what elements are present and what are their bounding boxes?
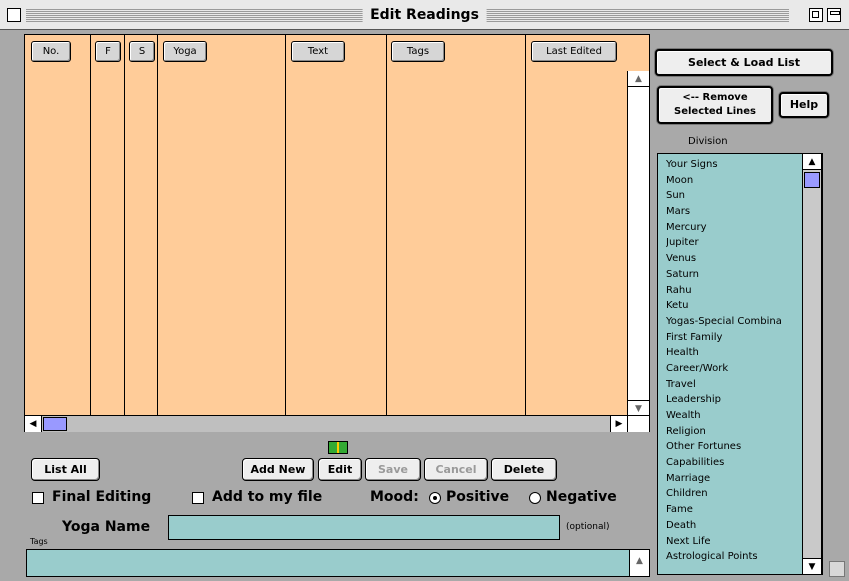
scroll-up-arrow-icon[interactable]: ▲ [628,71,649,87]
division-list-item[interactable]: Yogas-Special Combina [666,314,804,330]
column-header-last-edited[interactable]: Last Edited [531,41,617,62]
division-list-item[interactable]: First Family [666,330,804,346]
grid-vertical-scrollbar[interactable]: ▲ ▼ [627,71,649,416]
division-list-item[interactable]: Wealth [666,408,804,424]
division-list-item[interactable]: Ketu [666,298,804,314]
column-header-f[interactable]: F [95,41,121,62]
grid-horizontal-scrollbar[interactable]: ◀ ▶ [25,415,627,432]
help-button[interactable]: Help [779,92,829,118]
division-list-item[interactable]: Rahu [666,283,804,299]
title-bar[interactable]: Edit Readings [0,0,849,30]
tags-field[interactable]: ▲ [26,549,650,577]
division-list-item[interactable]: Sun [666,188,804,204]
division-list-item[interactable]: Mercury [666,220,804,236]
remove-selected-lines-button[interactable]: <-- Remove Selected Lines [657,86,773,124]
division-list-item[interactable]: Fame [666,502,804,518]
window-title: Edit Readings [362,7,487,24]
division-list-item[interactable]: Health [666,345,804,361]
horizontal-scroll-thumb[interactable] [43,417,67,431]
status-indicator-icon [328,441,348,454]
list-scroll-up-arrow-icon[interactable]: ▲ [803,154,821,170]
select-load-list-button[interactable]: Select & Load List [655,49,833,76]
division-list-item[interactable]: Other Fortunes [666,439,804,455]
collapse-box-icon[interactable] [827,8,841,22]
records-grid[interactable]: No. F S Yoga Text Tags Last Edited ▲ ▼ ◀… [24,34,650,432]
division-list-item[interactable]: Leadership [666,392,804,408]
column-divider [525,35,526,416]
division-list-item[interactable]: Children [666,486,804,502]
mood-negative-label: Negative [546,489,617,505]
save-button[interactable]: Save [365,458,421,481]
column-header-s[interactable]: S [129,41,155,62]
scroll-right-arrow-icon[interactable]: ▶ [610,416,627,432]
mood-positive-radio[interactable] [429,492,441,504]
division-list-item[interactable]: Next Life [666,534,804,550]
tags-label: Tags [30,537,48,546]
mood-label: Mood: [370,489,419,505]
list-scroll-down-arrow-icon[interactable]: ▼ [803,558,821,574]
division-list-item[interactable]: Death [666,518,804,534]
column-header-text[interactable]: Text [291,41,345,62]
column-header-yoga[interactable]: Yoga [163,41,207,62]
edit-button[interactable]: Edit [318,458,362,481]
optional-note: (optional) [566,522,610,532]
division-list-item[interactable]: Travel [666,377,804,393]
add-to-file-checkbox[interactable] [192,492,204,504]
column-header-no[interactable]: No. [31,41,71,62]
division-list[interactable]: Your Signs Moon Sun Mars Mercury Jupiter Venus… [657,153,823,575]
division-list-item[interactable]: Moon [666,173,804,189]
close-box-icon[interactable] [7,8,21,22]
column-divider [157,35,158,416]
division-list-item[interactable]: Marriage [666,471,804,487]
division-list-item[interactable]: Your Signs [666,157,804,173]
zoom-box-icon[interactable] [809,8,823,22]
list-scroll-thumb[interactable] [804,172,820,188]
division-list-item[interactable]: Mars [666,204,804,220]
division-label: Division [688,136,728,147]
column-divider [90,35,91,416]
division-list-scrollbar[interactable]: ▲ ▼ [802,153,822,575]
tags-scroll-up-icon[interactable]: ▲ [629,550,649,576]
scroll-down-arrow-icon[interactable]: ▼ [628,400,649,416]
column-divider [386,35,387,416]
add-new-button[interactable]: Add New [242,458,314,481]
delete-button[interactable]: Delete [491,458,557,481]
scroll-corner [627,415,649,432]
scroll-left-arrow-icon[interactable]: ◀ [25,416,42,432]
division-list-item[interactable]: Capabilities [666,455,804,471]
mood-positive-label: Positive [446,489,510,505]
add-to-file-label: Add to my file [212,489,323,505]
division-list-item[interactable]: Religion [666,424,804,440]
list-all-button[interactable]: List All [31,458,100,481]
mood-negative-radio[interactable] [529,492,541,504]
column-divider [124,35,125,416]
division-list-item[interactable]: Career/Work [666,361,804,377]
cancel-button[interactable]: Cancel [424,458,488,481]
edit-readings-window: Edit Readings No. F S Yoga Text Tags Las… [0,0,849,581]
final-editing-label: Final Editing [52,489,152,505]
resize-grip-icon[interactable] [829,561,845,577]
column-header-tags[interactable]: Tags [391,41,445,62]
division-list-item[interactable]: Astrological Points [666,549,804,565]
division-list-item[interactable]: Venus [666,251,804,267]
division-list-item[interactable]: Saturn [666,267,804,283]
division-list-item[interactable]: Jupiter [666,235,804,251]
yoga-name-field[interactable] [168,515,560,540]
column-divider [285,35,286,416]
yoga-name-label: Yoga Name [62,519,151,535]
final-editing-checkbox[interactable] [32,492,44,504]
